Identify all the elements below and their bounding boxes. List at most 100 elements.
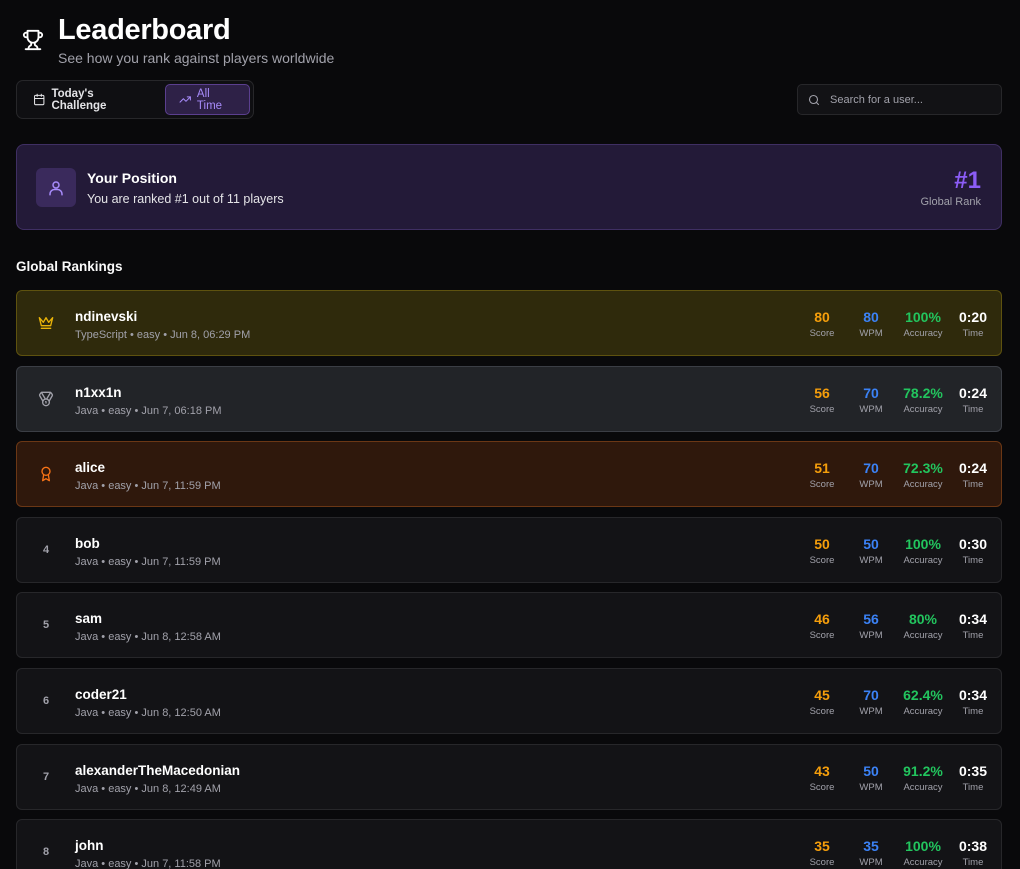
- wpm-stat: 56 WPM: [854, 611, 888, 641]
- accuracy-stat: 72.3% Accuracy: [898, 460, 948, 490]
- trophy-icon: [22, 29, 44, 51]
- time-stat: 0:24 Time: [957, 460, 989, 490]
- username[interactable]: ndinevski: [75, 309, 137, 324]
- score-label: Score: [809, 705, 835, 717]
- ranking-row[interactable]: 6 coder21 Java • easy • Jun 8, 12:50 AM 45 S…: [16, 667, 1002, 734]
- tab-todays-challenge[interactable]: Today's Challenge: [20, 84, 161, 115]
- time-label: Time: [962, 328, 984, 339]
- wpm-label: WPM: [859, 857, 883, 869]
- wpm-label: WPM: [859, 554, 883, 566]
- score-stat: 51 Score: [802, 460, 842, 490]
- accuracy-label: Accuracy: [903, 328, 943, 339]
- wpm-value: 50: [863, 535, 879, 552]
- accuracy-value: 100%: [905, 535, 941, 552]
- time-stat: 0:34 Time: [957, 687, 989, 717]
- rank-badge: 4: [33, 518, 59, 582]
- trending-up-icon: [179, 96, 191, 103]
- username[interactable]: alexanderTheMacedonian: [75, 763, 240, 778]
- ranking-row[interactable]: 7 alexanderTheMacedonian Java • easy • Jun…: [16, 743, 1002, 810]
- score-stat: 43 Score: [802, 763, 842, 793]
- username[interactable]: bob: [75, 536, 100, 551]
- accuracy-stat: 91.2% Accuracy: [898, 763, 948, 793]
- your-position-card: Your Position You are ranked #1 out of 1…: [16, 144, 1002, 230]
- accuracy-value: 100%: [905, 309, 941, 325]
- score-value: 50: [814, 535, 830, 552]
- score-label: Score: [809, 630, 835, 642]
- username[interactable]: n1xx1n: [75, 385, 122, 400]
- username[interactable]: sam: [75, 611, 102, 626]
- rank-number: 4: [42, 543, 50, 556]
- time-stat: 0:35 Time: [957, 763, 989, 793]
- ranking-row[interactable]: n1xx1n Java • easy • Jun 7, 06:18 PM 56 Sco…: [16, 365, 1002, 432]
- time-value: 0:35: [958, 762, 988, 779]
- wpm-label: WPM: [859, 479, 883, 491]
- position-text: You are ranked #1 out of 11 players: [87, 192, 284, 206]
- accuracy-stat: 62.4% Accuracy: [898, 687, 948, 717]
- ranking-row[interactable]: 8 john Java • easy • Jun 7, 11:58 PM 35 Scor…: [16, 819, 1002, 869]
- page-title: Leaderboard: [58, 14, 231, 46]
- ranking-row[interactable]: 4 bob Java • easy • Jun 7, 11:59 PM 50 Score…: [16, 516, 1002, 583]
- ranking-row[interactable]: ndinevski TypeScript • easy • Jun 8, 06:2…: [16, 290, 1002, 356]
- score-label: Score: [809, 479, 835, 491]
- username[interactable]: john: [75, 838, 104, 853]
- rank-badge: 5: [33, 593, 59, 657]
- wpm-stat: 50 WPM: [854, 763, 888, 793]
- wpm-label: WPM: [859, 328, 883, 339]
- accuracy-value: 100%: [905, 838, 941, 855]
- user-icon: [49, 180, 63, 195]
- wpm-value: 80: [863, 309, 879, 325]
- ranking-row[interactable]: 5 sam Java • easy • Jun 8, 12:58 AM 46 Score…: [16, 592, 1002, 659]
- calendar-icon: [34, 93, 45, 106]
- score-stat: 50 Score: [802, 536, 842, 566]
- entry-meta: Java • easy • Jun 8, 12:50 AM: [75, 706, 221, 719]
- wpm-stat: 35 WPM: [854, 838, 888, 868]
- rank-number: 8: [42, 846, 50, 859]
- accuracy-stat: 100% Accuracy: [898, 838, 948, 868]
- time-value: 0:38: [958, 838, 988, 855]
- wpm-value: 56: [863, 611, 879, 628]
- search-input[interactable]: [830, 93, 990, 106]
- time-label: Time: [962, 630, 984, 642]
- username[interactable]: alice: [75, 460, 105, 475]
- score-stat: 56 Score: [802, 385, 842, 415]
- time-value: 0:20: [958, 309, 988, 325]
- search-icon: [808, 94, 820, 105]
- score-label: Score: [809, 781, 835, 793]
- crown-icon: [38, 317, 54, 329]
- wpm-label: WPM: [859, 705, 883, 717]
- wpm-stat: 70 WPM: [854, 687, 888, 717]
- rank-number: 6: [42, 694, 50, 707]
- accuracy-label: Accuracy: [903, 857, 943, 869]
- score-label: Score: [809, 857, 835, 869]
- time-label: Time: [962, 705, 984, 717]
- score-value: 56: [814, 384, 830, 401]
- award-icon: [41, 466, 51, 482]
- rank-badge: [33, 367, 59, 431]
- time-label: Time: [962, 403, 984, 415]
- user-icon-tile: [36, 168, 76, 207]
- score-label: Score: [809, 328, 835, 339]
- wpm-stat: 70 WPM: [854, 460, 888, 490]
- accuracy-value: 62.4%: [903, 686, 943, 703]
- accuracy-value: 91.2%: [903, 762, 943, 779]
- wpm-stat: 50 WPM: [854, 536, 888, 566]
- time-value: 0:30: [958, 535, 988, 552]
- time-stat: 0:24 Time: [957, 385, 989, 415]
- accuracy-label: Accuracy: [903, 781, 943, 793]
- wpm-value: 35: [863, 838, 879, 855]
- entry-meta: TypeScript • easy • Jun 8, 06:29 PM: [75, 329, 251, 341]
- score-label: Score: [809, 554, 835, 566]
- leaderboard-tabs: Today's Challenge All Time: [16, 80, 254, 119]
- username[interactable]: coder21: [75, 687, 127, 702]
- score-stat: 35 Score: [802, 838, 842, 868]
- wpm-label: WPM: [859, 403, 883, 415]
- score-value: 80: [814, 309, 830, 325]
- tab-label: All Time: [196, 87, 223, 112]
- time-value: 0:34: [958, 686, 988, 703]
- time-value: 0:24: [958, 384, 988, 401]
- score-value: 43: [814, 762, 830, 779]
- tab-all-time[interactable]: All Time: [164, 84, 250, 115]
- rank-badge: 8: [33, 820, 59, 869]
- score-stat: 45 Score: [802, 687, 842, 717]
- ranking-row[interactable]: alice Java • easy • Jun 7, 11:59 PM 51 Scor…: [16, 441, 1002, 508]
